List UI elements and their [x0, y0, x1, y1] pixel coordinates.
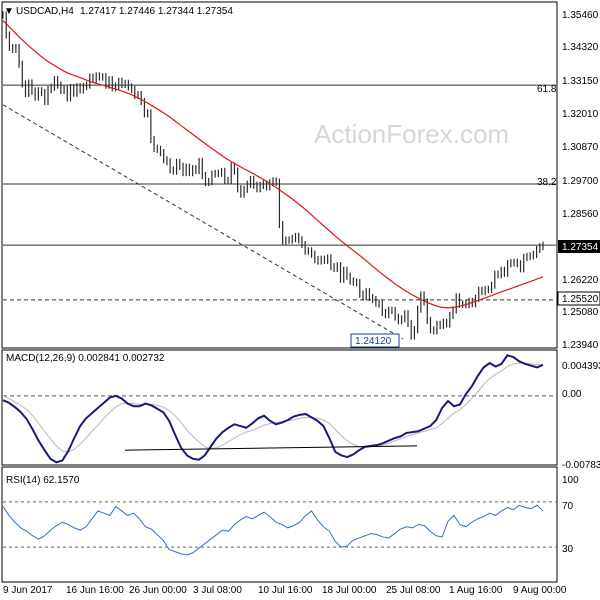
macd-tick: 0.004393 — [562, 361, 600, 372]
price-tick: 1.29700 — [562, 176, 599, 187]
price-tick: 1.30870 — [562, 142, 599, 153]
symbol-label: USDCAD,H4 — [16, 6, 74, 17]
price-tick: 1.23940 — [562, 340, 599, 351]
rsi-tick: 30 — [562, 544, 574, 555]
price-tick: 1.26220 — [562, 275, 599, 286]
price-tick: 1.33150 — [562, 76, 599, 87]
x-axis: 9 Jun 2017 16 Jun 16:00 26 Jun 00:00 3 J… — [3, 585, 567, 596]
x-tick-label: 16 Jun 16:00 — [66, 585, 124, 596]
fib-label-61-8: 61.8 — [537, 84, 557, 95]
rsi-tick: 100 — [562, 475, 579, 486]
x-tick-label: 10 Jul 16:00 — [258, 585, 313, 596]
price-tick: 1.35460 — [562, 10, 599, 21]
price-panel — [1, 1, 558, 349]
ohlc-label: 1.27417 1.27446 1.27344 1.27354 — [80, 6, 233, 17]
macd-tick: 0.00 — [562, 389, 582, 400]
x-tick-label: 26 Jun 00:00 — [129, 585, 187, 596]
watermark: ActionForex.com — [314, 119, 509, 149]
level-box-label: 1.25520 — [562, 294, 599, 305]
rsi-tick: 70 — [562, 501, 574, 512]
rsi-panel — [1, 466, 558, 583]
x-tick-label: 9 Jun 2017 — [3, 585, 53, 596]
fib-label-38-2: 38.2 — [537, 177, 557, 188]
price-tick: 1.34320 — [562, 42, 599, 53]
x-tick-label: 1 Aug 16:00 — [449, 585, 503, 596]
forex-chart: ActionForex.com ▼ USDCAD,H4 1.27417 1.27… — [1, 1, 600, 596]
x-tick-label: 25 Jul 08:00 — [386, 585, 441, 596]
price-tick: 1.25080 — [562, 307, 599, 318]
rsi-title: RSI(14) 62.1570 — [6, 475, 80, 486]
macd-title: MACD(12,26,9) 0.002841 0.002732 — [6, 353, 165, 364]
x-tick-label: 3 Jul 08:00 — [193, 585, 242, 596]
macd-tick: -0.007833 — [562, 460, 600, 471]
low-label: 1.24120 — [355, 336, 392, 347]
x-tick-label: 18 Jul 00:00 — [322, 585, 377, 596]
x-tick-label: 9 Aug 00:00 — [513, 585, 567, 596]
dropdown-triangle-icon[interactable]: ▼ — [4, 6, 14, 17]
price-tick: 1.32010 — [562, 109, 599, 120]
current-price-label: 1.27354 — [562, 242, 599, 253]
price-tick: 1.28560 — [562, 209, 599, 220]
